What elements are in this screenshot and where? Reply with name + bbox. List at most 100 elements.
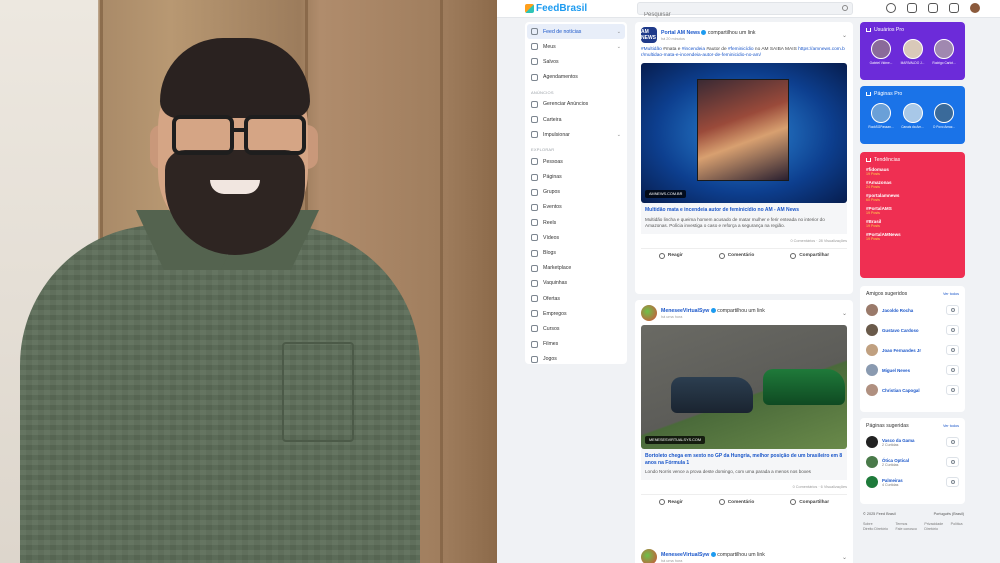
post-author-avatar[interactable] xyxy=(641,549,657,563)
chevron-down-icon[interactable]: ⌄ xyxy=(842,32,847,39)
trend-item[interactable]: #Amazonas 24 Posts xyxy=(866,180,959,189)
pro-page-item[interactable]: O Povo Amaz... xyxy=(929,103,959,129)
chevron-down-icon[interactable]: ⌄ xyxy=(842,554,847,561)
pro-page-item[interactable]: Canais da Am... xyxy=(898,103,928,129)
user-add-icon[interactable] xyxy=(907,3,917,13)
nav-item-vaquinhas[interactable]: Vaquinhas xyxy=(527,276,625,291)
react-button[interactable]: Reagir xyxy=(658,499,683,506)
post-author-avatar[interactable]: AM NEWS xyxy=(641,27,657,43)
nav-item-pessoas[interactable]: Pessoas xyxy=(527,154,625,169)
nav-item-vídeos[interactable]: Vídeos xyxy=(527,230,625,245)
friend-name[interactable]: Gustavo Cardoso xyxy=(882,328,919,333)
trend-item[interactable]: #fidomaus 19 Posts xyxy=(866,167,959,176)
page-name[interactable]: Vasco da Gama xyxy=(882,438,914,443)
post-hashtag[interactable]: #Multidão xyxy=(641,47,662,52)
nav-item-ofertas[interactable]: Ofertas xyxy=(527,291,625,306)
pro-page-name[interactable]: O Povo Amaz... xyxy=(929,125,959,129)
post-hashtag[interactable]: #feminicídio xyxy=(728,47,754,52)
footer-link[interactable]: Diretório xyxy=(924,527,944,531)
comment-button[interactable]: Comentário xyxy=(718,252,754,259)
pro-user-avatar[interactable] xyxy=(871,39,891,59)
pro-user-item[interactable]: MARIVALDO J... xyxy=(898,39,928,65)
friend-name[interactable]: Jacoldo Rocha xyxy=(882,308,913,313)
nav-item-jogos[interactable]: Jogos xyxy=(527,352,625,367)
pro-user-avatar[interactable] xyxy=(934,39,954,59)
post-image[interactable]: AMNEWS.COM.BR xyxy=(641,63,847,203)
nav-item-impulsionar[interactable]: Impulsionar ⌄ xyxy=(527,127,625,142)
post-author[interactable]: MeneseeVirtualSyw xyxy=(661,308,709,314)
brand-logo[interactable]: FeedBrasil xyxy=(525,3,587,14)
user-avatar[interactable] xyxy=(970,3,980,13)
nav-item-carteira[interactable]: Carteira xyxy=(527,112,625,127)
add-friend-button[interactable] xyxy=(946,325,959,335)
friend-avatar[interactable] xyxy=(866,324,878,336)
nav-item-salvos[interactable]: Salvos xyxy=(527,54,625,69)
nav-item-eventos[interactable]: Eventos xyxy=(527,200,625,215)
trend-item[interactable]: #PortalAMS 19 Posts xyxy=(866,206,959,215)
pro-page-avatar[interactable] xyxy=(934,103,954,123)
footer-link[interactable]: Política xyxy=(951,522,964,526)
trend-item[interactable]: #Brasil 19 Posts xyxy=(866,219,959,228)
post-author-avatar[interactable] xyxy=(641,305,657,321)
add-friend-button[interactable] xyxy=(946,385,959,395)
nav-item-blogs[interactable]: Blogs xyxy=(527,245,625,260)
pro-user-item[interactable]: Gabriel Vidme... xyxy=(866,39,896,65)
play-icon[interactable] xyxy=(886,3,896,13)
pro-user-name[interactable]: MARIVALDO J... xyxy=(898,61,928,65)
link-title[interactable]: Multidão mata e incendeia autor de femin… xyxy=(645,207,843,214)
footer-link[interactable]: Fale conosco xyxy=(895,527,918,531)
pro-page-item[interactable]: RockSGPassan... xyxy=(866,103,896,129)
nav-item-grupos[interactable]: Grupos xyxy=(527,185,625,200)
nav-item-marketplace[interactable]: Marketplace xyxy=(527,261,625,276)
footer-link[interactable]: Privacidade xyxy=(924,522,944,526)
friend-avatar[interactable] xyxy=(866,304,878,316)
page-name[interactable]: Palmeiras xyxy=(882,478,903,483)
add-friend-button[interactable] xyxy=(946,345,959,355)
pro-page-name[interactable]: RockSGPassan... xyxy=(866,125,896,129)
pro-user-name[interactable]: Rodrigo Carlot... xyxy=(929,61,959,65)
friend-name[interactable]: Miguel Neves xyxy=(882,368,910,373)
add-friend-button[interactable] xyxy=(946,305,959,315)
pro-user-name[interactable]: Gabriel Vidme... xyxy=(866,61,896,65)
chevron-down-icon[interactable]: ⌄ xyxy=(842,310,847,317)
add-friend-button[interactable] xyxy=(946,365,959,375)
chevron-down-icon[interactable]: ⌄ xyxy=(617,29,621,35)
nav-item-agendamentos[interactable]: Agendamentos xyxy=(527,70,625,85)
chevron-down-icon[interactable]: ⌄ xyxy=(617,44,621,50)
nav-item-empregos[interactable]: Empregos xyxy=(527,306,625,321)
post-author[interactable]: MeneseeVirtualSyw xyxy=(661,552,709,558)
friend-avatar[interactable] xyxy=(866,384,878,396)
post-author[interactable]: Portal AM News xyxy=(661,30,700,36)
pro-page-avatar[interactable] xyxy=(871,103,891,123)
page-avatar[interactable] xyxy=(866,436,878,448)
nav-item-reels[interactable]: Reels xyxy=(527,215,625,230)
footer-link[interactable]: Sobre xyxy=(863,522,889,526)
footer-link[interactable]: Direito Diretório xyxy=(863,527,889,531)
share-button[interactable]: Compartilhar xyxy=(790,499,829,506)
nav-item-filmes[interactable]: Filmes xyxy=(527,337,625,352)
messages-icon[interactable] xyxy=(928,3,938,13)
nav-item-cursos[interactable]: Cursos xyxy=(527,321,625,336)
friend-avatar[interactable] xyxy=(866,364,878,376)
react-button[interactable]: Reagir xyxy=(658,252,683,259)
post-hashtag[interactable]: #incendeia xyxy=(682,47,705,52)
share-button[interactable]: Compartilhar xyxy=(790,252,829,259)
footer-link[interactable]: Termos xyxy=(895,522,918,526)
page-avatar[interactable] xyxy=(866,476,878,488)
link-preview[interactable]: Bortoleto chega em sexto no GP da Hungri… xyxy=(641,449,847,481)
language-selector[interactable]: Português (Brasil) xyxy=(934,512,964,516)
pro-user-avatar[interactable] xyxy=(902,39,923,59)
pro-page-avatar[interactable] xyxy=(902,103,923,123)
post-image[interactable]: MENESESVIRTUALSYS.COM xyxy=(641,325,847,449)
friend-name[interactable]: Joao Fernandes Jr xyxy=(882,348,921,353)
notifications-icon[interactable] xyxy=(949,3,959,13)
like-page-button[interactable] xyxy=(946,457,959,467)
page-name[interactable]: Ótica Optical xyxy=(882,458,909,463)
nav-item-gerenciar-anúncios[interactable]: Gerenciar Anúncios xyxy=(527,97,625,112)
pro-user-item[interactable]: Rodrigo Carlot... xyxy=(929,39,959,65)
like-page-button[interactable] xyxy=(946,437,959,447)
friend-avatar[interactable] xyxy=(866,344,878,356)
chevron-down-icon[interactable]: ⌄ xyxy=(617,132,621,138)
nav-item-meus[interactable]: Meus ⌄ xyxy=(527,39,625,54)
search-box[interactable] xyxy=(637,2,853,21)
